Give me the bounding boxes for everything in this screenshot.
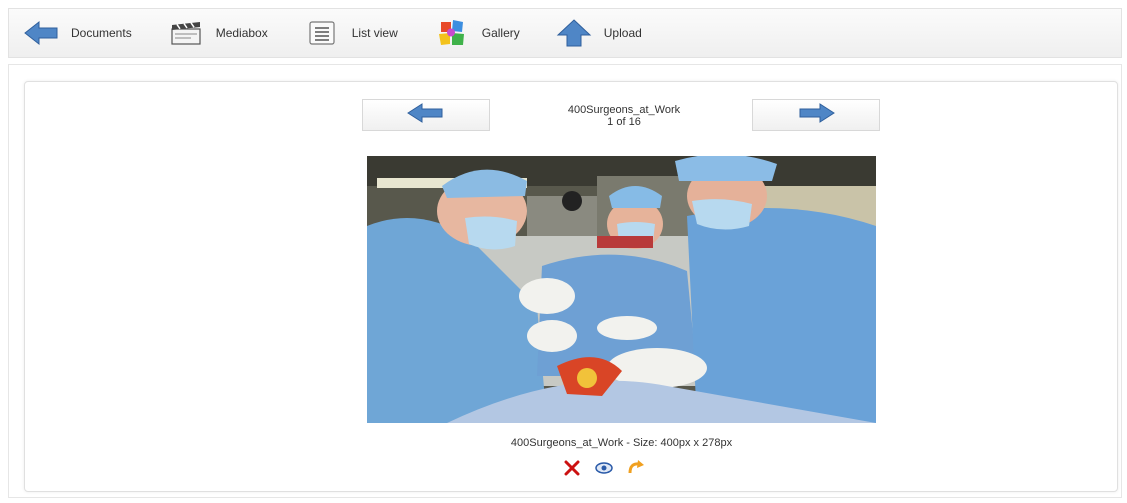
- left-arrow-icon: [406, 102, 446, 128]
- list-icon: [302, 18, 342, 48]
- image-title: 400Surgeons_at_Work: [567, 104, 681, 116]
- previous-button[interactable]: [362, 99, 490, 131]
- upload-label: Upload: [603, 26, 642, 40]
- image-actions: [563, 458, 683, 478]
- image-title-block: 400Surgeons_at_Work 1 of 16: [494, 104, 754, 128]
- image-position: 1 of 16: [607, 116, 641, 128]
- surgeons-photo-illustration: [367, 156, 876, 423]
- mediabox-label: Mediabox: [215, 26, 268, 40]
- delete-x-icon[interactable]: [563, 459, 581, 477]
- view-eye-icon[interactable]: [595, 459, 613, 477]
- gallery-label: Gallery: [481, 26, 520, 40]
- rotate-arrow-icon[interactable]: [627, 459, 645, 477]
- image-caption: 400Surgeons_at_Work - Size: 400px x 278p…: [510, 437, 733, 449]
- right-arrow-icon: [796, 102, 836, 128]
- gallery-puzzle-icon: [432, 18, 472, 48]
- upload-arrow-icon: [554, 18, 594, 48]
- documents-button[interactable]: Documents: [21, 13, 132, 53]
- back-arrow-icon: [21, 18, 61, 48]
- toolbar: Documents Mediabox List view Gallery Upl…: [8, 8, 1122, 58]
- documents-label: Documents: [71, 26, 132, 40]
- upload-button[interactable]: Upload: [554, 13, 642, 53]
- mediabox-button[interactable]: Mediabox: [166, 13, 268, 53]
- gallery-button[interactable]: Gallery: [432, 13, 520, 53]
- gallery-image[interactable]: [367, 156, 876, 423]
- next-button[interactable]: [752, 99, 880, 131]
- clapperboard-icon: [166, 18, 206, 48]
- list-view-button[interactable]: List view: [302, 13, 398, 53]
- list-view-label: List view: [351, 26, 398, 40]
